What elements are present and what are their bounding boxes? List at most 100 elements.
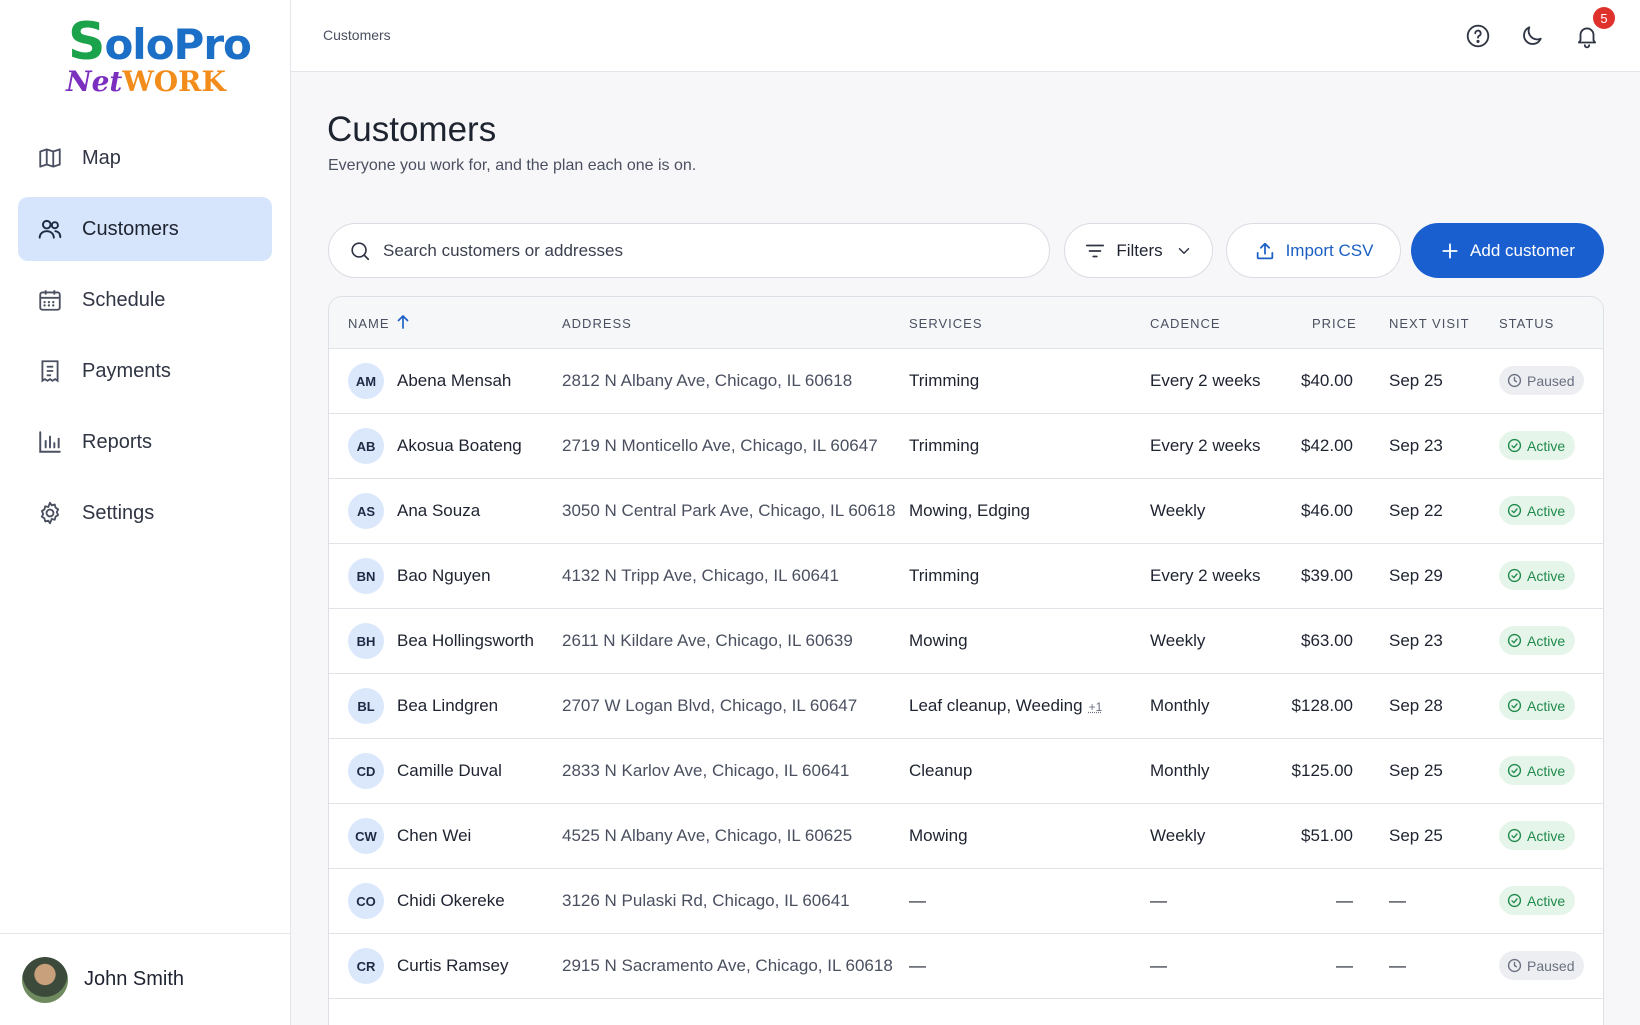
- table-row[interactable]: BN Bao Nguyen 4132 N Tripp Ave, Chicago, I…: [329, 544, 1603, 609]
- add-customer-button[interactable]: Add customer: [1411, 223, 1604, 278]
- customer-name[interactable]: Camille Duval: [397, 761, 502, 781]
- customer-address: 3050 N Central Park Ave, Chicago, IL 606…: [562, 501, 896, 520]
- customer-price: $128.00: [1291, 696, 1353, 715]
- customer-initials-avatar: CD: [348, 753, 384, 789]
- column-header-cadence[interactable]: CADENCE: [1150, 316, 1221, 331]
- clock-icon: [1507, 373, 1522, 388]
- customer-address: 3126 N Pulaski Rd, Chicago, IL 60641: [562, 891, 850, 910]
- sidebar-item-customers[interactable]: Customers: [18, 197, 272, 261]
- sidebar-item-schedule[interactable]: Schedule: [18, 268, 272, 332]
- import-csv-label: Import CSV: [1285, 240, 1374, 260]
- solopro-network-logo[interactable]: SoloPro NetWORK: [64, 14, 252, 104]
- customer-name[interactable]: Ana Souza: [397, 501, 480, 521]
- status-badge: Paused: [1499, 366, 1585, 395]
- sidebar-item-label: Payments: [82, 359, 171, 382]
- customer-next-visit: —: [1389, 956, 1406, 975]
- status-badge: Active: [1499, 496, 1576, 525]
- sidebar-item-label: Settings: [82, 501, 155, 524]
- column-header-services[interactable]: SERVICES: [909, 316, 983, 331]
- sidebar-item-map[interactable]: Map: [18, 126, 272, 190]
- table-row[interactable]: CD Camille Duval 2833 N Karlov Ave, Chicag…: [329, 739, 1603, 804]
- dark-mode-icon[interactable]: [1518, 22, 1546, 50]
- status-badge: Active: [1499, 756, 1576, 785]
- column-header-price[interactable]: PRICE: [1312, 316, 1357, 331]
- search-input[interactable]: [383, 240, 1003, 261]
- customer-services: Trimming: [909, 436, 980, 455]
- table-row[interactable]: AS Ana Souza 3050 N Central Park Ave, Chic…: [329, 479, 1603, 544]
- import-csv-button[interactable]: Import CSV: [1226, 223, 1401, 278]
- customer-name[interactable]: Bea Lindgren: [397, 696, 498, 716]
- customer-name[interactable]: Akosua Boateng: [397, 436, 522, 456]
- table-row[interactable]: AB Akosua Boateng 2719 N Monticello Ave, C…: [329, 414, 1603, 479]
- bar-chart-icon: [36, 428, 64, 456]
- table-row[interactable]: BL Bea Lindgren 2707 W Logan Blvd, Chicago…: [329, 674, 1603, 739]
- column-header-name[interactable]: NAME: [348, 315, 409, 331]
- customer-name[interactable]: Chidi Okereke: [397, 891, 505, 911]
- check-circle-icon: [1507, 893, 1522, 908]
- customer-address: 2812 N Albany Ave, Chicago, IL 60618: [562, 371, 853, 390]
- table-row[interactable]: AM Abena Mensah 2812 N Albany Ave, Chicago…: [329, 349, 1603, 414]
- customer-next-visit: Sep 23: [1389, 631, 1443, 650]
- table-row[interactable]: CW Chen Wei 4525 N Albany Ave, Chicago, IL…: [329, 804, 1603, 869]
- column-header-next-visit[interactable]: NEXT VISIT: [1389, 316, 1470, 331]
- status-badge: Active: [1499, 886, 1576, 915]
- check-circle-icon: [1507, 438, 1522, 453]
- customer-initials-avatar: AM: [348, 363, 384, 399]
- sidebar-item-payments[interactable]: Payments: [18, 339, 272, 403]
- customer-services: Mowing, Edging: [909, 501, 1030, 520]
- customer-initials-avatar: BN: [348, 558, 384, 594]
- status-badge: Active: [1499, 691, 1576, 720]
- customer-name[interactable]: Chen Wei: [397, 826, 471, 846]
- top-bar: Customers: [291, 0, 1640, 72]
- customer-address: 4132 N Tripp Ave, Chicago, IL 60641: [562, 566, 839, 585]
- customer-cadence: Weekly: [1150, 501, 1206, 520]
- sidebar-item-reports[interactable]: Reports: [18, 410, 272, 474]
- sidebar-item-settings[interactable]: Settings: [18, 481, 272, 545]
- customer-address: 2611 N Kildare Ave, Chicago, IL 60639: [562, 631, 853, 650]
- filters-label: Filters: [1116, 240, 1163, 260]
- search-icon: [349, 240, 371, 262]
- customer-name[interactable]: Bea Hollingsworth: [397, 631, 534, 651]
- sort-ascending-icon: [394, 313, 412, 334]
- customer-price: —: [1336, 956, 1353, 975]
- customer-name[interactable]: Bao Nguyen: [397, 566, 491, 586]
- customer-services: Mowing: [909, 631, 968, 650]
- clock-icon: [1507, 958, 1522, 973]
- calendar-icon: [36, 286, 64, 314]
- status-badge: Active: [1499, 431, 1576, 460]
- table-row[interactable]: BH Bea Hollingsworth 2611 N Kildare Ave, C…: [329, 609, 1603, 674]
- breadcrumb: Customers: [323, 27, 391, 43]
- customer-cadence: Every 2 weeks: [1150, 436, 1261, 455]
- sidebar-nav: Map Customers Schedule Payments Reports: [18, 126, 272, 552]
- customer-initials-avatar: CW: [348, 818, 384, 854]
- check-circle-icon: [1507, 698, 1522, 713]
- more-services-link[interactable]: +1: [1089, 700, 1103, 714]
- user-profile[interactable]: John Smith: [0, 933, 290, 1025]
- customer-address: 2719 N Monticello Ave, Chicago, IL 60647: [562, 436, 878, 455]
- chevron-down-icon: [1175, 242, 1193, 260]
- receipt-icon: [36, 357, 64, 385]
- sidebar-item-label: Schedule: [82, 288, 166, 311]
- table-row[interactable]: CO Chidi Okereke 3126 N Pulaski Rd, Chicag…: [329, 869, 1603, 934]
- check-circle-icon: [1507, 828, 1522, 843]
- customer-initials-avatar: AS: [348, 493, 384, 529]
- map-icon: [36, 144, 64, 172]
- customer-price: $42.00: [1301, 436, 1353, 455]
- column-header-address[interactable]: ADDRESS: [562, 316, 632, 331]
- customer-price: —: [1336, 891, 1353, 910]
- table-row[interactable]: CR Curtis Ramsey 2915 N Sacramento Ave, Ch…: [329, 934, 1603, 999]
- customer-services: —: [909, 891, 926, 910]
- column-header-status[interactable]: STATUS: [1499, 316, 1554, 331]
- sidebar-item-label: Reports: [82, 430, 153, 453]
- customer-next-visit: Sep 25: [1389, 826, 1443, 845]
- filters-button[interactable]: Filters: [1064, 223, 1213, 278]
- customers-table: NAME ADDRESS SERVICES CADENCE PRICE NEXT…: [328, 296, 1604, 1025]
- status-badge: Paused: [1499, 951, 1585, 980]
- customer-name[interactable]: Abena Mensah: [397, 371, 511, 391]
- logo-tagline: NetWORK: [66, 65, 226, 98]
- search-box[interactable]: [328, 223, 1050, 278]
- customer-name[interactable]: Curtis Ramsey: [397, 956, 508, 976]
- help-icon[interactable]: [1464, 22, 1492, 50]
- check-circle-icon: [1507, 568, 1522, 583]
- customer-cadence: Every 2 weeks: [1150, 566, 1261, 585]
